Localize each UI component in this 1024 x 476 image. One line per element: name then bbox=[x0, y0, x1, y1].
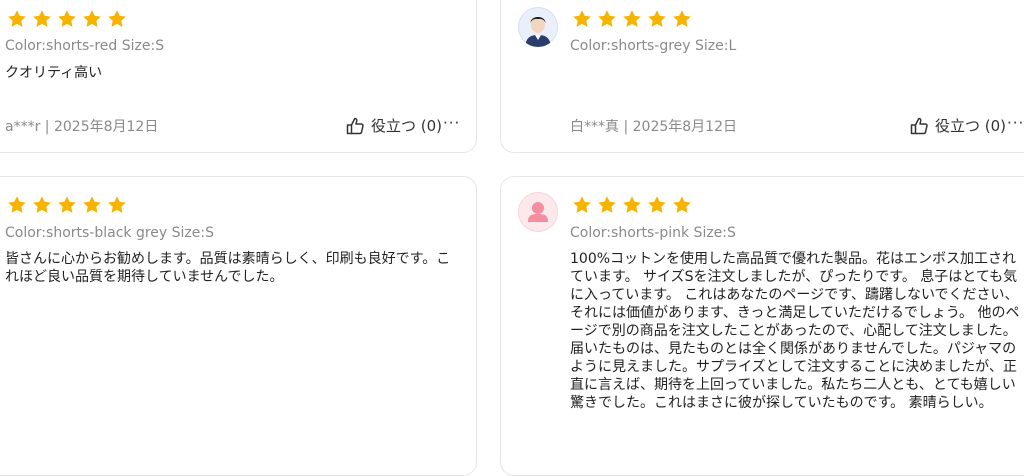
thumbs-up-icon bbox=[345, 116, 365, 136]
star-icon bbox=[82, 195, 102, 215]
user-placeholder-icon bbox=[528, 202, 548, 222]
star-icon bbox=[572, 195, 592, 215]
avatar bbox=[518, 192, 558, 232]
review-author: a***r bbox=[5, 119, 41, 135]
star-icon bbox=[32, 9, 52, 29]
star-icon bbox=[647, 9, 667, 29]
helpful-label: 役立つ (0) bbox=[935, 117, 1007, 135]
star-icon bbox=[647, 195, 667, 215]
review-meta: 白***真 | 2025年8月12日 bbox=[570, 119, 737, 135]
review-meta: a***r | 2025年8月12日 bbox=[5, 119, 159, 135]
review-card: Color:shorts-red Size:S クオリティ高い a***r | … bbox=[0, 0, 477, 153]
star-icon bbox=[107, 195, 127, 215]
more-options-button[interactable]: ··· bbox=[443, 114, 460, 132]
star-icon bbox=[107, 9, 127, 29]
review-variant: Color:shorts-red Size:S bbox=[5, 38, 165, 54]
helpful-button[interactable]: 役立つ (0) bbox=[909, 115, 1006, 136]
review-text: 皆さんに心からお勧めします。品質は素晴らしく、印刷も良好です。これほど良い品質を… bbox=[5, 251, 451, 285]
review-card: Color:shorts-grey Size:L 白***真 | 2025年8月… bbox=[500, 0, 1024, 153]
star-icon bbox=[32, 195, 52, 215]
review-date: 2025年8月12日 bbox=[632, 119, 737, 135]
review-text: 100%コットンを使用した高品質で優れた製品。花はエンボス加工されています。 サ… bbox=[570, 251, 1020, 411]
star-rating bbox=[7, 9, 127, 29]
star-icon bbox=[7, 9, 27, 29]
star-icon bbox=[597, 195, 617, 215]
review-card: Color:shorts-black grey Size:S 皆さんに心からお勧… bbox=[0, 176, 477, 476]
star-rating bbox=[7, 195, 127, 215]
star-icon bbox=[622, 195, 642, 215]
star-icon bbox=[57, 195, 77, 215]
review-variant: Color:shorts-black grey Size:S bbox=[5, 225, 214, 241]
star-icon bbox=[672, 9, 692, 29]
star-icon bbox=[82, 9, 102, 29]
review-date: 2025年8月12日 bbox=[53, 119, 159, 135]
star-rating bbox=[572, 9, 692, 29]
helpful-button[interactable]: 役立つ (0) bbox=[345, 115, 442, 136]
thumbs-up-icon bbox=[909, 116, 929, 136]
star-icon bbox=[572, 9, 592, 29]
male-avatar-icon bbox=[518, 7, 558, 47]
star-icon bbox=[672, 195, 692, 215]
more-options-button[interactable]: ··· bbox=[1007, 114, 1024, 132]
star-rating bbox=[572, 195, 692, 215]
review-text: クオリティ高い bbox=[5, 65, 103, 81]
helpful-label: 役立つ (0) bbox=[371, 117, 443, 135]
star-icon bbox=[597, 9, 617, 29]
star-icon bbox=[622, 9, 642, 29]
review-author: 白***真 bbox=[570, 119, 619, 135]
review-card: Color:shorts-pink Size:S 100%コットンを使用した高品… bbox=[500, 176, 1024, 476]
avatar bbox=[518, 7, 558, 47]
review-variant: Color:shorts-grey Size:L bbox=[570, 38, 737, 54]
star-icon bbox=[7, 195, 27, 215]
review-variant: Color:shorts-pink Size:S bbox=[570, 225, 736, 241]
star-icon bbox=[57, 9, 77, 29]
